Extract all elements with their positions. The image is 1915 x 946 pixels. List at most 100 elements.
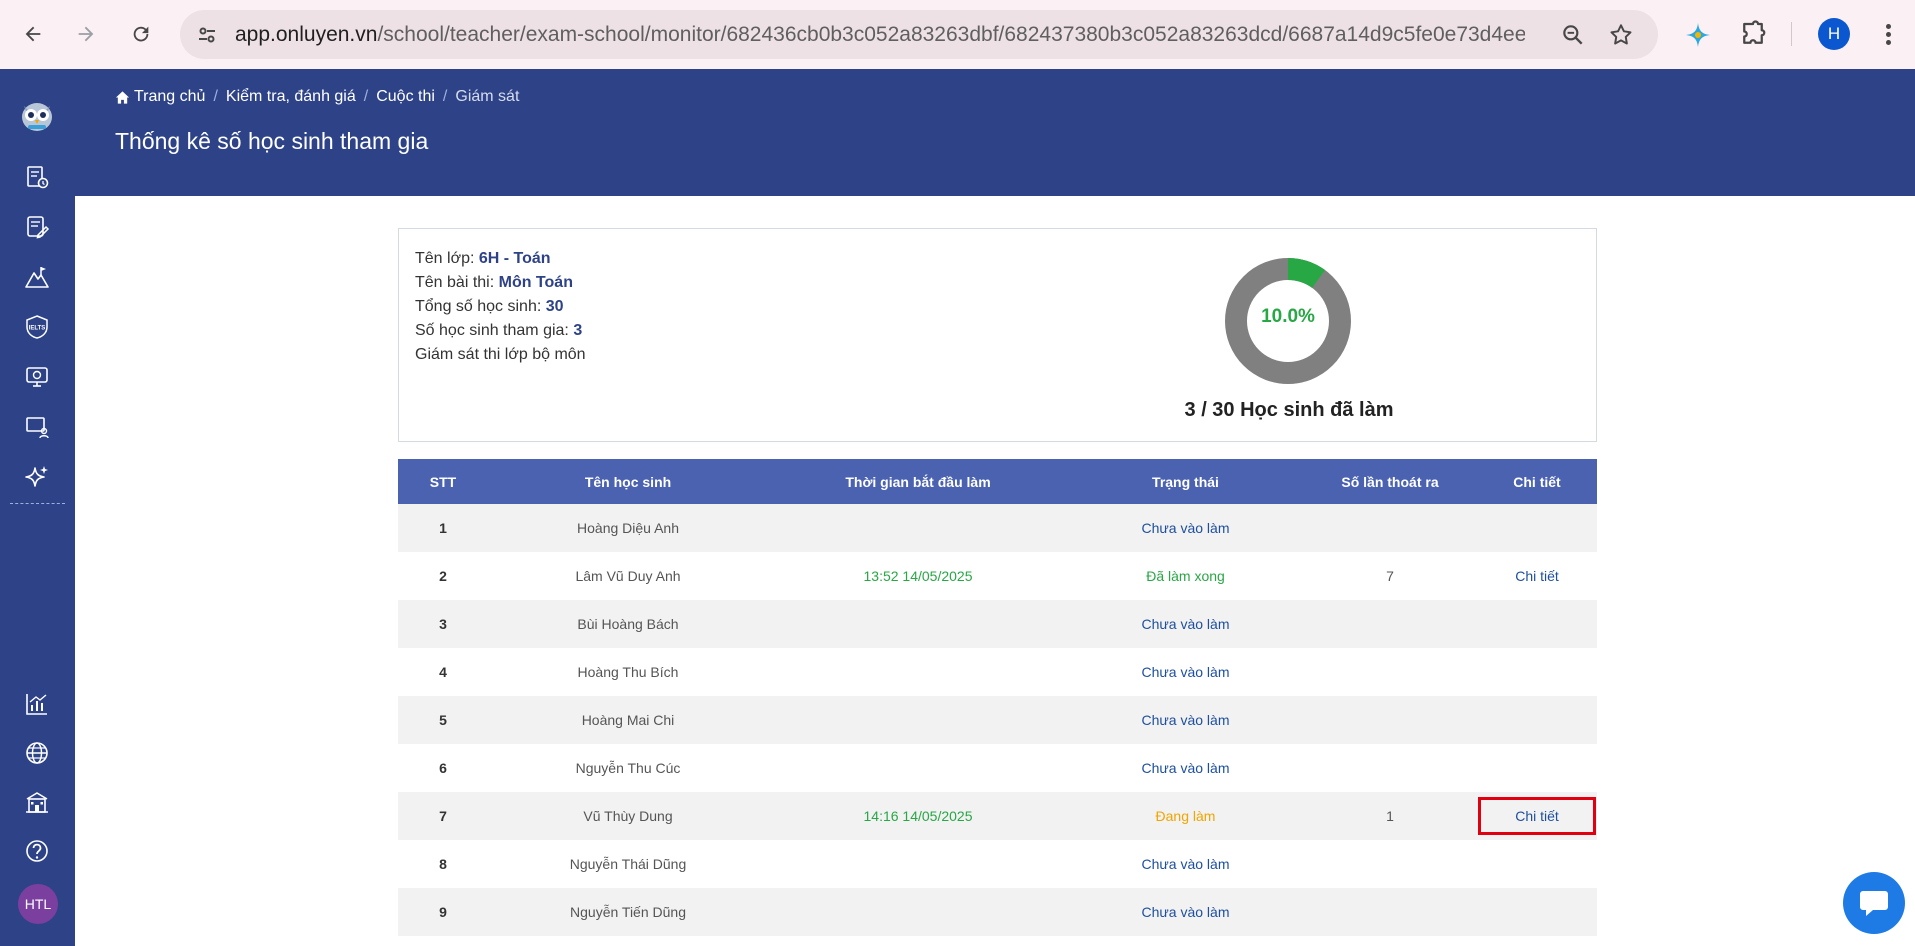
- help-question-icon[interactable]: [22, 836, 52, 866]
- cell-student-name: Nguyễn Thái Dũng: [569, 856, 687, 872]
- ai-sparkle-icon[interactable]: [22, 462, 52, 492]
- cell-exit-count: [1303, 696, 1477, 744]
- table-row: 3 Bùi Hoàng Bách Chưa vào làm: [398, 600, 1597, 648]
- cell-detail: [1477, 696, 1597, 744]
- bookmark-star-icon[interactable]: [1608, 22, 1634, 48]
- table-row: 9 Nguyễn Tiến Dũng Chưa vào làm: [398, 888, 1597, 936]
- site-info-icon[interactable]: [192, 20, 222, 50]
- total-value: 30: [545, 298, 564, 315]
- students-table-body: 1 Hoàng Diệu Anh Chưa vào làm 2 Lâm Vũ Duy A…: [398, 504, 1597, 946]
- cell-status: Chưa vào làm: [1068, 840, 1303, 888]
- detail-link[interactable]: Chi tiết: [1478, 797, 1596, 835]
- table-row: 1 Hoàng Diệu Anh Chưa vào làm: [398, 504, 1597, 552]
- breadcrumb-separator: /: [363, 88, 369, 105]
- exam-list-icon[interactable]: [22, 162, 52, 192]
- cell-stt: 2: [439, 568, 447, 584]
- assignment-edit-icon[interactable]: [22, 212, 52, 242]
- students-table-container: STT Tên học sinh Thời gian bắt đầu làm T…: [398, 459, 1597, 946]
- header-start-time: Thời gian bắt đầu làm: [845, 473, 991, 490]
- user-avatar[interactable]: HTL: [18, 884, 58, 924]
- breadcrumb-home[interactable]: Trang chủ: [134, 88, 205, 106]
- cell-exit-count: [1303, 648, 1477, 696]
- breadcrumb: Trang chủ / Kiểm tra, đánh giá / Cuộc th…: [115, 88, 519, 106]
- profile-avatar[interactable]: H: [1818, 18, 1850, 50]
- ielts-icon[interactable]: IELTS: [22, 312, 52, 342]
- table-row: 10: [398, 936, 1597, 946]
- class-label: Tên lớp:: [415, 250, 479, 267]
- browser-menu-icon[interactable]: [1878, 18, 1898, 50]
- cell-detail: [1477, 648, 1597, 696]
- cell-detail: [1477, 504, 1597, 552]
- table-row: 6 Nguyễn Thu Cúc Chưa vào làm: [398, 744, 1597, 792]
- back-arrow-icon[interactable]: [13, 14, 53, 54]
- cell-exit-count: [1303, 840, 1477, 888]
- cell-student-name: Lâm Vũ Duy Anh: [575, 568, 681, 584]
- table-header-row: STT Tên học sinh Thời gian bắt đầu làm T…: [398, 459, 1597, 504]
- students-done-count: 3 / 30 Học sinh đã làm: [1184, 399, 1394, 421]
- cell-stt: 5: [439, 712, 447, 728]
- cell-stt: 3: [439, 616, 447, 632]
- cell-start-time: [768, 648, 1068, 696]
- cell-stt: 10: [398, 936, 488, 946]
- cell-status: Chưa vào làm: [1068, 696, 1303, 744]
- toolbar-divider: [1791, 22, 1792, 46]
- forward-arrow-icon[interactable]: [66, 14, 106, 54]
- cell-start-time: [768, 600, 1068, 648]
- header-exit-count: Số lần thoát ra: [1341, 473, 1439, 490]
- teacher-screen-icon[interactable]: [22, 412, 52, 442]
- monitor-exam-icon[interactable]: [22, 362, 52, 392]
- svg-text:IELTS: IELTS: [29, 326, 46, 332]
- cell-student-name: Hoàng Mai Chi: [581, 712, 675, 728]
- ai-extension-icon[interactable]: [1683, 20, 1713, 50]
- cell-detail: [1477, 840, 1597, 888]
- table-row: 4 Hoàng Thu Bích Chưa vào làm: [398, 648, 1597, 696]
- total-students-line: Tổng số học sinh: 30: [415, 295, 586, 319]
- status-text: Chưa vào làm: [1141, 712, 1230, 728]
- sidebar-divider: [10, 503, 65, 504]
- cell-start-time: 13:52 14/05/2025: [863, 568, 973, 584]
- url-text: app.onluyen.vn/school/teacher/exam-schoo…: [235, 23, 1525, 47]
- cell-stt: 6: [439, 760, 447, 776]
- status-text: Chưa vào làm: [1141, 664, 1230, 680]
- cell-stt: 4: [439, 664, 447, 680]
- cell-student-name: Bùi Hoàng Bách: [577, 616, 679, 632]
- cell-status: Chưa vào làm: [1068, 744, 1303, 792]
- cell-start-time: 14:16 14/05/2025: [863, 808, 973, 824]
- joined-label: Số học sinh tham gia:: [415, 322, 574, 339]
- reload-icon[interactable]: [121, 14, 161, 54]
- exam-label: Tên bài thi:: [415, 274, 499, 291]
- url-host: app.onluyen.vn: [235, 23, 378, 46]
- school-building-icon[interactable]: [22, 787, 52, 817]
- total-label: Tổng số học sinh:: [415, 298, 546, 315]
- cell-status: [1068, 936, 1303, 946]
- owl-logo-icon[interactable]: [18, 96, 56, 134]
- status-text: Đang làm: [1155, 808, 1216, 824]
- detail-link[interactable]: Chi tiết: [1478, 557, 1596, 595]
- cell-stt: 9: [439, 904, 447, 920]
- cell-start-time: [768, 696, 1068, 744]
- cell-status: Chưa vào làm: [1068, 888, 1303, 936]
- chat-support-button[interactable]: [1843, 872, 1905, 934]
- globe-icon[interactable]: [22, 738, 52, 768]
- cell-exit-count: [1303, 504, 1477, 552]
- cell-start-time: [768, 840, 1068, 888]
- cell-status: Chưa vào làm: [1068, 600, 1303, 648]
- cell-student-name: [488, 936, 768, 946]
- breadcrumb-item-assessment[interactable]: Kiểm tra, đánh giá: [226, 88, 356, 106]
- mountain-path-icon[interactable]: [22, 262, 52, 292]
- monitor-note: Giám sát thi lớp bộ môn: [415, 346, 586, 363]
- extensions-puzzle-icon[interactable]: [1738, 19, 1768, 49]
- cell-stt: 8: [439, 856, 447, 872]
- status-text: Đã làm xong: [1146, 568, 1225, 584]
- address-bar[interactable]: app.onluyen.vn/school/teacher/exam-schoo…: [180, 10, 1658, 59]
- browser-toolbar: app.onluyen.vn/school/teacher/exam-schoo…: [0, 0, 1915, 69]
- page-header: Trang chủ / Kiểm tra, đánh giá / Cuộc th…: [75, 69, 1915, 196]
- status-text: Chưa vào làm: [1141, 520, 1230, 536]
- donut-percent-label: 10.0%: [1261, 306, 1315, 327]
- zoom-icon[interactable]: [1560, 22, 1586, 48]
- cell-exit-count: 1: [1386, 808, 1394, 824]
- breadcrumb-item-contest[interactable]: Cuộc thi: [376, 88, 435, 106]
- cell-student-name: Hoàng Diệu Anh: [577, 520, 679, 536]
- statistics-chart-icon[interactable]: [22, 689, 52, 719]
- cell-detail: [1477, 888, 1597, 936]
